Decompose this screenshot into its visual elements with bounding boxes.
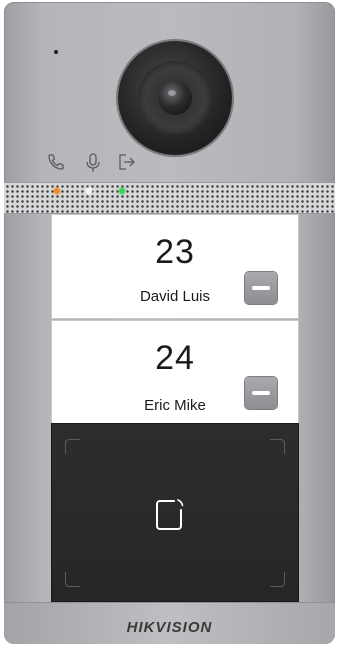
camera-ring (140, 63, 210, 133)
camera-lens (158, 81, 192, 115)
camera (118, 41, 232, 155)
door-station-panel: 23 David Luis 24 Eric Mike HIKVISION (4, 2, 335, 644)
door-exit-icon (119, 154, 135, 170)
lens-glint (168, 90, 176, 96)
brand-band: HIKVISION (4, 602, 335, 644)
led-green (119, 188, 125, 194)
corner-mark (270, 572, 285, 587)
speaker-grille (4, 182, 335, 214)
nfc-card-icon (156, 499, 184, 530)
microphone-icon (86, 153, 100, 172)
microphone-hole (54, 50, 58, 54)
brand-logo: HIKVISION (126, 619, 213, 636)
status-indicators (46, 152, 146, 174)
minus-icon (252, 286, 270, 290)
call-button-24[interactable] (245, 377, 277, 409)
room-number: 23 (155, 233, 195, 271)
room-number: 24 (155, 339, 195, 377)
led-white (86, 188, 92, 194)
call-button-23[interactable] (245, 272, 277, 304)
card-reader[interactable] (52, 424, 298, 601)
resident-card-23: 23 David Luis (52, 215, 298, 318)
corner-mark (270, 439, 285, 454)
phone-icon (48, 154, 64, 170)
corner-mark (65, 439, 80, 454)
led-orange (54, 188, 60, 194)
resident-card-24: 24 Eric Mike (52, 321, 298, 423)
corner-mark (65, 572, 80, 587)
minus-icon (252, 391, 270, 395)
